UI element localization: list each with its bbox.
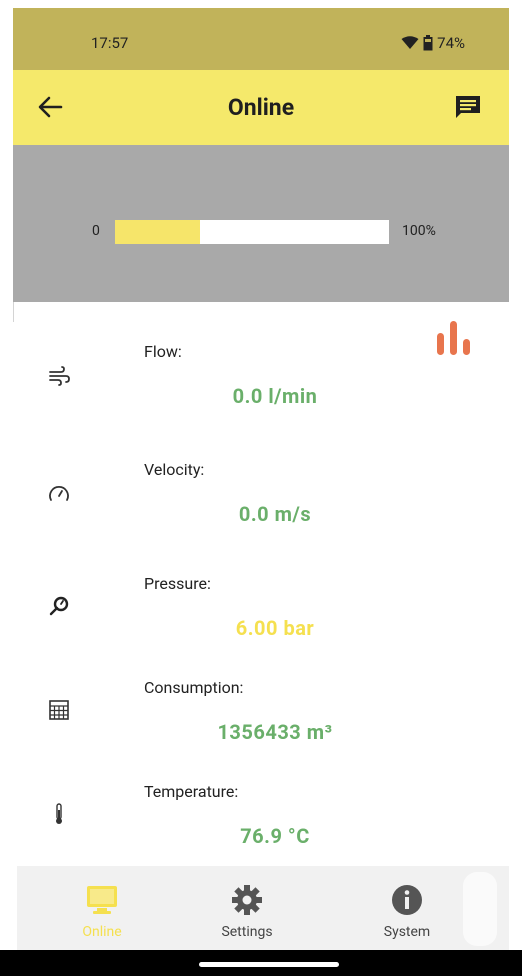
reading-consumption: Consumption: 1356433 m³ [0,678,522,782]
nav-label: Settings [221,924,273,940]
progress-max-label: 100% [402,223,436,239]
progress-panel: 0 100% [13,145,509,302]
progress-bar [115,220,389,244]
reading-velocity: Velocity: 0.0 m/s [0,460,522,564]
system-navigation-bar [0,950,522,976]
wind-icon [49,366,70,386]
calculator-icon [49,700,69,720]
reading-value: 1356433 m³ [217,720,333,744]
status-time: 17:57 [91,34,129,52]
reading-label: Temperature: [144,782,239,801]
divider [13,302,14,322]
reading-pressure: Pressure: 6.00 bar [0,574,522,678]
thermometer-icon [56,803,62,824]
nav-online[interactable]: Online [42,866,162,950]
reading-value: 76.9 °C [240,824,310,848]
progress-fill [115,220,200,244]
gear-icon [232,885,262,915]
reading-label: Pressure: [144,574,211,593]
battery-icon [423,35,433,51]
nav-label: System [383,924,431,940]
bottom-navigation: Online Settings System [17,866,509,950]
reading-value: 0.0 m/s [238,502,312,526]
info-icon [392,885,422,915]
reading-label: Velocity: [144,460,205,479]
reading-label: Flow: [144,342,182,361]
status-indicators: 74% [401,34,465,52]
nav-system[interactable]: System [347,866,467,950]
reading-value: 0.0 l/min [232,384,318,408]
nav-scroll-indicator [463,872,497,946]
progress-min-label: 0 [92,223,100,239]
reading-flow: Flow: 0.0 l/min [0,342,522,446]
monitor-icon [87,886,117,914]
pressure-icon [49,596,69,616]
message-icon[interactable] [453,92,483,122]
wifi-icon [401,36,419,49]
nav-label: Online [82,924,122,940]
status-bar: 17:57 74% [13,8,509,70]
app-bar: Online [13,70,509,145]
gauge-icon [49,486,69,501]
home-gesture-handle[interactable] [199,962,339,967]
battery-level: 74% [437,34,465,52]
nav-settings[interactable]: Settings [187,866,307,950]
reading-label: Consumption: [144,678,244,697]
reading-value: 6.00 bar [235,616,315,640]
page-title: Online [227,94,295,121]
